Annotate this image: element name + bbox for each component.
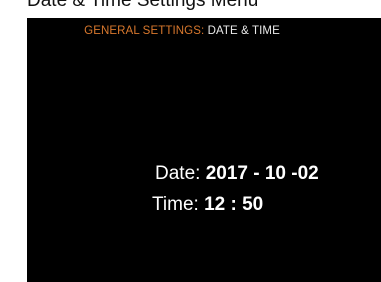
date-setting-row[interactable]: Date: 2017 - 10 -02	[155, 163, 319, 185]
page-title: Date & Time Settings Menu	[27, 0, 259, 11]
header-section-label: GENERAL SETTINGS:	[84, 25, 205, 37]
time-setting-row[interactable]: Time: 12 : 50	[152, 194, 263, 216]
settings-screen: GENERAL SETTINGS: DATE & TIME Date: 2017…	[27, 18, 381, 282]
time-label: Time:	[152, 194, 199, 215]
header-page-label: DATE & TIME	[207, 25, 280, 37]
menu-header: GENERAL SETTINGS: DATE & TIME	[27, 25, 337, 37]
date-value[interactable]: 2017 - 10 -02	[206, 163, 319, 184]
time-value[interactable]: 12 : 50	[204, 194, 263, 215]
date-label: Date:	[155, 163, 201, 184]
